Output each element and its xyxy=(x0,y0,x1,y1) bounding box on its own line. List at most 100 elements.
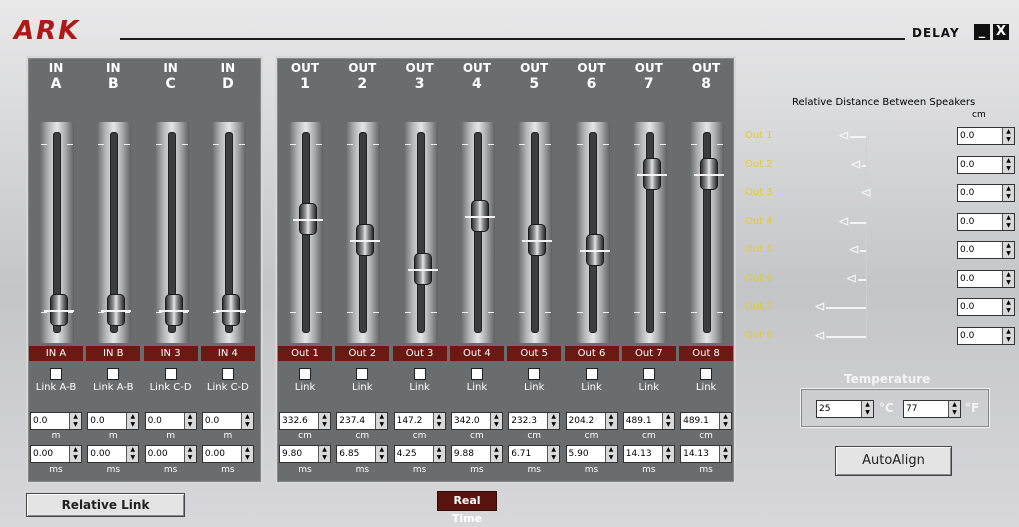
fader-track[interactable] xyxy=(690,122,725,343)
distance-field[interactable]: 204.2 ▲ ▼ xyxy=(565,412,618,430)
spin-arrows[interactable]: ▲ ▼ xyxy=(432,413,445,429)
spin-arrows[interactable]: ▲ ▼ xyxy=(547,413,560,429)
spin-arrows[interactable]: ▲ ▼ xyxy=(375,446,388,462)
spin-arrows[interactable]: ▲ ▼ xyxy=(1002,299,1014,315)
link-checkbox[interactable] xyxy=(299,368,311,380)
spin-arrows[interactable]: ▲ ▼ xyxy=(240,446,253,462)
spin-arrows[interactable]: ▲ ▼ xyxy=(719,413,732,429)
time-field[interactable]: 5.90 ▲ ▼ xyxy=(565,445,618,463)
spin-arrows[interactable]: ▲ ▼ xyxy=(489,413,502,429)
fader-track[interactable] xyxy=(97,122,132,343)
fader-track[interactable] xyxy=(211,122,246,343)
spin-arrows[interactable]: ▲ ▼ xyxy=(1002,156,1014,173)
spin-arrows[interactable]: ▲ ▼ xyxy=(604,446,617,462)
link-checkbox[interactable] xyxy=(642,368,655,380)
spin-arrows[interactable]: ▲ ▼ xyxy=(1002,128,1014,144)
spin-arrows[interactable]: ▲ ▼ xyxy=(432,446,445,462)
spin-arrows[interactable]: ▲ ▼ xyxy=(1002,185,1014,201)
spin-arrows[interactable]: ▲ ▼ xyxy=(183,446,196,462)
time-field[interactable]: 0.00 ▲ ▼ xyxy=(144,445,197,463)
distance-field[interactable]: 0.0 ▲ ▼ xyxy=(957,127,1015,145)
time-field[interactable]: 6.71 ▲ ▼ xyxy=(508,445,561,463)
spin-arrows[interactable]: ▲ ▼ xyxy=(126,446,139,462)
spin-arrows[interactable]: ▲ ▼ xyxy=(604,413,617,429)
link-checkbox[interactable] xyxy=(164,368,177,380)
fader-track[interactable] xyxy=(289,122,323,343)
fader-knob[interactable] xyxy=(101,293,132,326)
fader-knob[interactable] xyxy=(158,293,189,326)
link-checkbox[interactable] xyxy=(528,368,541,380)
distance-field[interactable]: 332.6 ▲ ▼ xyxy=(279,412,331,430)
spin-arrows[interactable]: ▲ ▼ xyxy=(69,413,81,429)
spin-arrows[interactable]: ▲ ▼ xyxy=(1002,270,1014,287)
fader-knob[interactable] xyxy=(293,203,323,236)
time-field[interactable]: 0.00 ▲ ▼ xyxy=(87,445,140,463)
fader-track[interactable] xyxy=(575,122,610,343)
spin-arrows[interactable]: ▲ ▼ xyxy=(318,446,330,462)
spin-arrows[interactable]: ▲ ▼ xyxy=(719,446,732,462)
fader-knob[interactable] xyxy=(464,200,495,232)
spin-arrows[interactable]: ▲ ▼ xyxy=(375,413,388,429)
distance-field[interactable]: 147.2 ▲ ▼ xyxy=(393,412,446,430)
distance-field[interactable]: 342.0 ▲ ▼ xyxy=(450,412,503,430)
distance-field[interactable]: 0.0 ▲ ▼ xyxy=(957,326,1015,345)
distance-field[interactable]: 0.0 ▲ ▼ xyxy=(957,155,1015,174)
distance-field[interactable]: 237.4 ▲ ▼ xyxy=(336,412,389,430)
link-checkbox[interactable] xyxy=(356,368,369,380)
fahrenheit-field[interactable]: 77 ▲ ▼ xyxy=(903,400,961,418)
spin-arrows[interactable]: ▲ ▼ xyxy=(1002,213,1014,230)
time-field[interactable]: 6.85 ▲ ▼ xyxy=(336,445,389,463)
spin-arrows[interactable]: ▲ ▼ xyxy=(661,413,674,429)
celsius-field[interactable]: 25 ▲ ▼ xyxy=(816,400,874,418)
fader-track[interactable] xyxy=(154,122,189,343)
fader-track[interactable] xyxy=(346,122,381,343)
fader-track[interactable] xyxy=(40,122,74,343)
relative-link-button[interactable]: Relative Link xyxy=(26,493,185,517)
distance-field[interactable]: 0.0 ▲ ▼ xyxy=(201,412,254,430)
link-checkbox[interactable] xyxy=(50,368,62,380)
distance-field[interactable]: 489.1 ▲ ▼ xyxy=(622,412,675,430)
close-button[interactable]: X xyxy=(993,24,1009,40)
distance-field[interactable]: 0.0 ▲ ▼ xyxy=(957,212,1015,231)
fader-knob[interactable] xyxy=(350,223,381,256)
fader-track[interactable] xyxy=(460,122,495,343)
distance-field[interactable]: 232.3 ▲ ▼ xyxy=(508,412,561,430)
spin-arrows[interactable]: ▲ ▼ xyxy=(126,413,139,429)
fader-knob[interactable] xyxy=(694,157,725,190)
spin-arrows[interactable]: ▲ ▼ xyxy=(183,413,196,429)
link-checkbox[interactable] xyxy=(413,368,426,380)
distance-field[interactable]: 0.0 ▲ ▼ xyxy=(957,184,1015,202)
time-field[interactable]: 9.80 ▲ ▼ xyxy=(279,445,331,463)
fader-knob[interactable] xyxy=(522,223,553,256)
spin-arrows[interactable]: ▲ ▼ xyxy=(547,446,560,462)
spin-arrows[interactable]: ▲ ▼ xyxy=(1002,242,1014,258)
time-field[interactable]: 0.00 ▲ ▼ xyxy=(30,445,82,463)
distance-field[interactable]: 0.0 ▲ ▼ xyxy=(957,298,1015,316)
time-field[interactable]: 9.88 ▲ ▼ xyxy=(450,445,503,463)
distance-field[interactable]: 0.0 ▲ ▼ xyxy=(30,412,82,430)
fader-track[interactable] xyxy=(403,122,438,343)
spin-arrows[interactable]: ▲ ▼ xyxy=(1002,327,1014,344)
spin-arrows[interactable]: ▲ ▼ xyxy=(318,413,330,429)
time-field[interactable]: 14.13 ▲ ▼ xyxy=(680,445,733,463)
fader-track[interactable] xyxy=(518,122,553,343)
fader-knob[interactable] xyxy=(215,293,246,326)
link-checkbox[interactable] xyxy=(585,368,598,380)
spin-arrows[interactable]: ▲ ▼ xyxy=(69,446,81,462)
fader-knob[interactable] xyxy=(636,157,667,190)
real-time-indicator[interactable]: Real Time xyxy=(437,491,497,525)
auto-align-button[interactable]: AutoAlign xyxy=(835,446,952,476)
distance-field[interactable]: 0.0 ▲ ▼ xyxy=(957,269,1015,288)
link-checkbox[interactable] xyxy=(107,368,120,380)
time-field[interactable]: 14.13 ▲ ▼ xyxy=(622,445,675,463)
link-checkbox[interactable] xyxy=(221,368,234,380)
minimize-button[interactable]: _ xyxy=(974,24,990,40)
distance-field[interactable]: 0.0 ▲ ▼ xyxy=(87,412,140,430)
fader-track[interactable] xyxy=(632,122,667,343)
spin-arrows[interactable]: ▲ ▼ xyxy=(489,446,502,462)
spin-arrows[interactable]: ▲ ▼ xyxy=(240,413,253,429)
link-checkbox[interactable] xyxy=(700,368,713,380)
distance-field[interactable]: 0.0 ▲ ▼ xyxy=(144,412,197,430)
time-field[interactable]: 0.00 ▲ ▼ xyxy=(201,445,254,463)
link-checkbox[interactable] xyxy=(470,368,483,380)
